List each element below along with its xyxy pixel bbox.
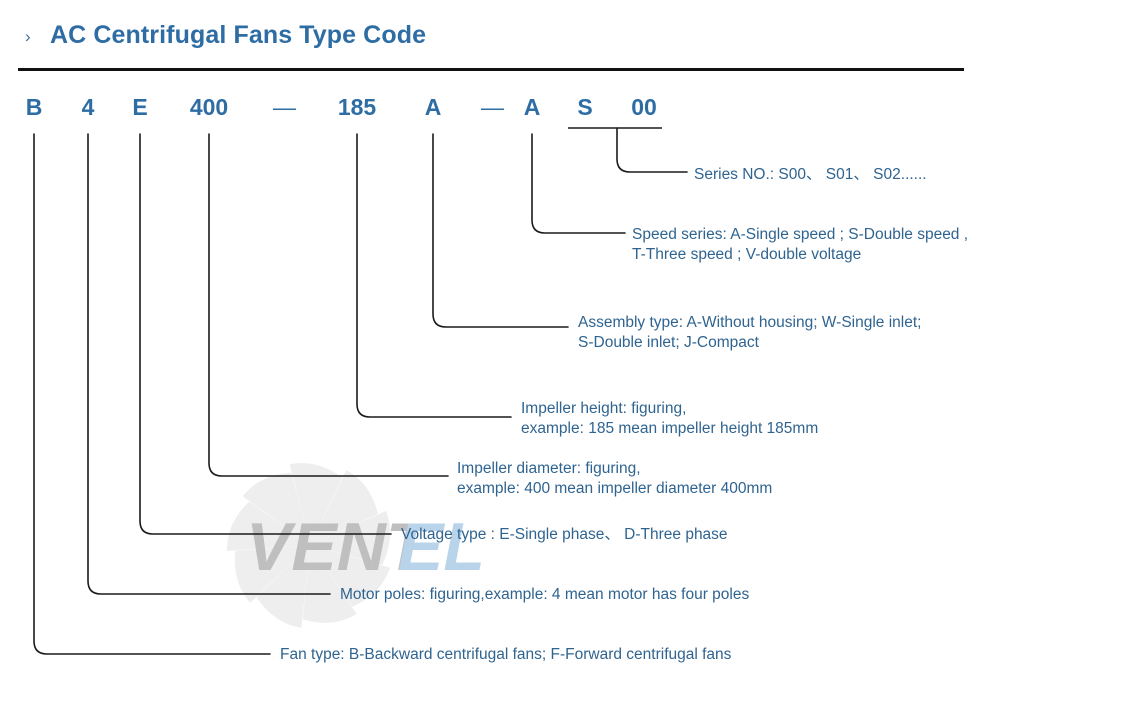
code-token-speed-series: A (523, 94, 541, 120)
callout-series-no-line1: Series NO.: S00、 S01、 S02...... (694, 166, 927, 183)
code-token-assembly-type: A (424, 94, 442, 120)
code-token-series-number: 00 (631, 94, 657, 120)
callout-motor-poles-line1: Motor poles: figuring,example: 4 mean mo… (340, 586, 750, 603)
code-token-fan-type: B (25, 94, 43, 120)
callout-impeller-diameter-line2: example: 400 mean impeller diameter 400m… (457, 480, 773, 497)
callout-assembly-type-line2: S-Double inlet; J-Compact (578, 334, 759, 351)
type-code-diagram-page: VENT EL › AC Centrifugal Fans Type Code … (0, 0, 1132, 711)
code-token-separator-1: — (273, 94, 296, 120)
leader-assembly-type (432, 133, 569, 328)
callout-impeller-height-line1: Impeller height: figuring, (521, 400, 687, 417)
callout-fan-type: Fan type: B-Backward centrifugal fans; F… (280, 645, 731, 665)
leader-impeller-diameter (208, 133, 449, 477)
callout-speed-series-line2: T-Three speed ; V-double voltage (632, 246, 862, 263)
callout-assembly-type: Assembly type: A-Without housing; W-Sing… (578, 313, 921, 353)
leader-voltage-type (139, 133, 392, 535)
code-token-motor-poles: 4 (81, 94, 95, 120)
header-divider (18, 68, 964, 71)
page-title: AC Centrifugal Fans Type Code (50, 21, 427, 49)
leader-speed-series (531, 133, 626, 234)
leader-impeller-height (356, 133, 512, 418)
code-token-voltage-type: E (132, 94, 148, 120)
callout-voltage-type-line1: Voltage type : E-Single phase、 D-Three p… (401, 526, 728, 543)
callout-speed-series: Speed series: A-Single speed ; S-Double … (632, 225, 968, 265)
code-token-impeller-diameter: 400 (189, 94, 229, 120)
callout-assembly-type-line1: Assembly type: A-Without housing; W-Sing… (578, 314, 922, 331)
page-header: › AC Centrifugal Fans Type Code (0, 0, 1132, 78)
leader-fan-type (33, 133, 271, 655)
type-code-line: B 4 E 400 — 185 A — A S 00 (0, 92, 1132, 126)
callout-series-no: Series NO.: S00、 S01、 S02...... (694, 165, 927, 185)
callout-impeller-height-line2: example: 185 mean impeller height 185mm (521, 420, 819, 437)
callout-impeller-height: Impeller height: figuring, example: 185 m… (521, 399, 818, 439)
callout-voltage-type: Voltage type : E-Single phase、 D-Three p… (401, 525, 728, 545)
code-token-series-prefix: S (577, 94, 593, 120)
callout-impeller-diameter: Impeller diameter: figuring, example: 400… (457, 459, 772, 499)
leader-series-no (568, 127, 688, 173)
chevron-right-icon: › (25, 27, 31, 46)
callout-speed-series-line1: Speed series: A-Single speed ; S-Double … (632, 226, 969, 243)
callout-fan-type-line1: Fan type: B-Backward centrifugal fans; F… (280, 646, 732, 663)
code-token-separator-2: — (481, 94, 504, 120)
code-token-impeller-height: 185 (337, 94, 377, 120)
callout-motor-poles: Motor poles: figuring,example: 4 mean mo… (340, 585, 749, 605)
callout-impeller-diameter-line1: Impeller diameter: figuring, (457, 460, 641, 477)
